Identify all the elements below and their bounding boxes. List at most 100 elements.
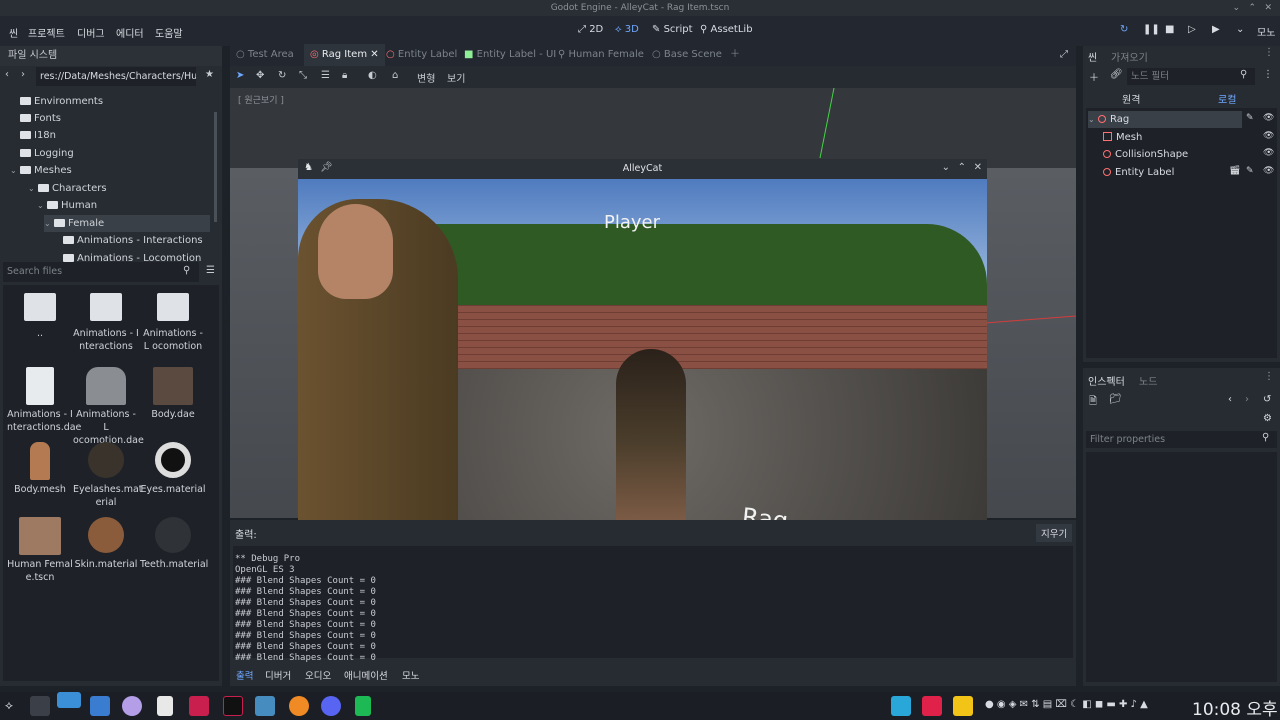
desktop-grid-icon[interactable] (30, 696, 50, 716)
list-view-icon[interactable]: ☰ (206, 265, 215, 276)
file-item[interactable]: Eyelashes.mat erial (73, 442, 143, 509)
file-item[interactable]: Teeth.material (140, 517, 208, 571)
file-item[interactable]: Animations - I nteractions (73, 293, 139, 353)
script-icon[interactable]: ⋮ (1263, 69, 1273, 80)
visibility-eye-icon[interactable]: 👁︎ (1263, 166, 1274, 176)
file-item[interactable]: Animations - L ocomotion (140, 293, 206, 353)
desktop-pager-icon[interactable] (57, 692, 81, 708)
menu-transform[interactable]: 변형 (417, 70, 435, 85)
menu-scene[interactable]: 씬 (9, 25, 18, 40)
local-space-icon[interactable]: ◐ (368, 70, 377, 81)
menu-project[interactable]: 프로젝트 (28, 25, 65, 40)
play-custom-icon[interactable]: ▶ (1212, 24, 1220, 35)
tree-item-fonts[interactable]: Fonts (20, 110, 61, 127)
add-tab-icon[interactable]: ＋ (730, 44, 740, 66)
bottom-tab-audio[interactable]: 오디오 (305, 668, 331, 682)
forward-icon[interactable]: › (21, 69, 25, 80)
filter-properties-input[interactable]: Filter properties (1086, 431, 1277, 448)
tree-item-i18n[interactable]: I18n (20, 127, 56, 144)
clear-button[interactable]: 지우기 (1036, 524, 1073, 542)
pause-icon[interactable]: ❚❚ (1143, 24, 1160, 35)
history-back-icon[interactable]: ‹ (1228, 394, 1232, 405)
launcher-icon[interactable]: ⟡ (5, 698, 13, 713)
file-manager-icon[interactable] (90, 696, 110, 716)
reload-icon[interactable]: ↻ (1120, 24, 1128, 35)
file-item[interactable]: Animations - L ocomotion.dae (73, 367, 144, 447)
visibility-eye-icon[interactable]: 👁︎ (1263, 113, 1274, 123)
maximize-icon[interactable]: ⌃ (1248, 0, 1256, 16)
bottom-tab-mono[interactable]: 모노 (402, 668, 419, 682)
object-settings-icon[interactable]: ⚙ (1263, 413, 1272, 424)
minimize-icon[interactable]: ⌄ (1232, 0, 1240, 16)
file-item[interactable]: Body.mesh (7, 442, 73, 496)
stop-icon[interactable]: ■ (1165, 24, 1174, 35)
tab-node[interactable]: 노드 (1139, 373, 1157, 388)
tree-scrollbar[interactable] (214, 112, 217, 222)
tray-app-icon[interactable] (891, 696, 911, 716)
script-attached-icon[interactable]: ✎ (1246, 166, 1254, 176)
tab-base-scene[interactable]: ○ Base Scene (652, 44, 722, 66)
tray-icons[interactable]: ● ◉ ◈ ✉ ⇅ ▤ ⌧ ☾ ◧ ◼ ▬ ✚ ♪ ▲ (985, 699, 1148, 710)
workspace-script[interactable]: ✎ Script (652, 24, 693, 35)
clock[interactable]: 10:08 오후 (1192, 695, 1278, 720)
tab-human-female[interactable]: ⚲ Human Female (558, 44, 644, 66)
node-mesh[interactable]: Mesh (1103, 129, 1142, 146)
script-attached-icon[interactable]: ✎ (1246, 113, 1254, 123)
visibility-eye-icon[interactable]: 👁︎ (1263, 148, 1274, 158)
rider-icon[interactable] (223, 696, 243, 716)
file-item[interactable]: Human Femal e.tscn (7, 517, 73, 584)
menu-view[interactable]: 보기 (447, 70, 465, 85)
tree-item-locomotion[interactable]: Animations - Locomotion (63, 250, 201, 262)
ide-icon[interactable] (189, 696, 209, 716)
tab-entity-label-ui[interactable]: ■ Entity Label - UI (464, 44, 556, 66)
discord-icon[interactable] (321, 696, 341, 716)
distraction-free-icon[interactable]: ⤢ (1060, 44, 1068, 66)
tree-item-meshes[interactable]: ⌄ Meshes (10, 162, 72, 179)
file-item[interactable]: Body.dae (140, 367, 206, 421)
script-app-icon[interactable] (355, 696, 371, 716)
workspace-assetlib[interactable]: ⚲ AssetLib (700, 24, 753, 35)
renderer-dropdown-icon[interactable]: ⌄ (1236, 24, 1244, 35)
node-entity-label[interactable]: Entity Label (1103, 164, 1174, 181)
node-collisionshape[interactable]: CollisionShape (1103, 146, 1188, 163)
path-field[interactable]: res://Data/Meshes/Characters/Hu (36, 67, 196, 86)
close-icon[interactable]: ✕ (1264, 0, 1272, 16)
history-icon[interactable]: ↺ (1263, 394, 1271, 405)
file-item[interactable]: Skin.material (73, 517, 139, 571)
menu-editor[interactable]: 에디터 (116, 25, 144, 40)
link-icon[interactable]: 🔗︎ (1110, 69, 1123, 80)
search-files-input[interactable]: Search files (3, 262, 199, 282)
visibility-eye-icon[interactable]: 👁︎ (1263, 131, 1274, 141)
browser-icon[interactable] (122, 696, 142, 716)
local-toggle[interactable]: 로컬 (1218, 91, 1236, 106)
dock-menu-icon[interactable]: ⋮ (1264, 47, 1274, 58)
workspace-2d[interactable]: ⤢ 2D (578, 24, 603, 35)
tree-item-female[interactable]: ⌄ Female (44, 215, 210, 232)
tree-item-interactions[interactable]: Animations - Interactions (63, 232, 203, 249)
tab-scene[interactable]: 씬 (1088, 49, 1097, 64)
bottom-tab-debugger[interactable]: 디버거 (265, 668, 291, 682)
lock-icon[interactable]: 🔒︎ (342, 70, 347, 81)
close-tab-icon[interactable]: ✕ (370, 49, 378, 60)
new-resource-icon[interactable]: 🗎 (1089, 394, 1097, 411)
menu-debug[interactable]: 디버그 (77, 25, 105, 40)
file-item[interactable]: .. (7, 293, 73, 340)
blender-icon[interactable] (289, 696, 309, 716)
snap-icon[interactable]: ⌂ (392, 70, 398, 81)
add-node-icon[interactable]: ＋ (1089, 69, 1099, 84)
tray-app-icon[interactable] (953, 696, 973, 716)
tray-app-icon[interactable] (922, 696, 942, 716)
tree-item-characters[interactable]: ⌄ Characters (28, 180, 107, 197)
play-scene-icon[interactable]: ▷ (1188, 24, 1196, 35)
close-icon[interactable]: ✕ (974, 162, 982, 173)
tab-test-area[interactable]: ○ Test Area (236, 44, 294, 66)
search-icon[interactable]: ⚲ (183, 265, 190, 276)
text-editor-icon[interactable] (157, 696, 173, 716)
file-item[interactable]: Eyes.material (140, 442, 206, 496)
move-tool-icon[interactable]: ✥ (256, 70, 264, 81)
scale-tool-icon[interactable]: ⤡ (299, 70, 307, 81)
bottom-tab-animation[interactable]: 애니메이션 (344, 668, 388, 682)
history-forward-icon[interactable]: › (1245, 394, 1249, 405)
minimize-icon[interactable]: ⌄ (942, 162, 950, 173)
select-tool-icon[interactable]: ➤ (236, 70, 244, 81)
